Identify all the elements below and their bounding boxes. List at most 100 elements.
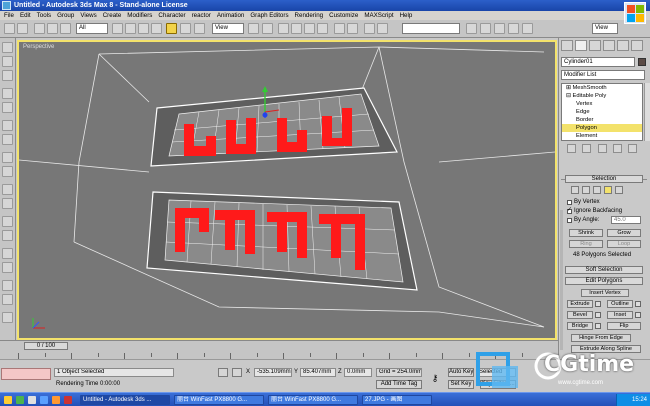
start-icon[interactable] [4, 396, 12, 404]
tool-icon-8[interactable] [2, 152, 13, 163]
hierarchy-tab-icon[interactable] [589, 40, 601, 51]
hinge-from-edge-button[interactable]: Hinge From Edge [571, 334, 631, 342]
z-coordinate-field[interactable]: 0.0mm [344, 368, 372, 377]
quicklaunch-icon-5[interactable] [64, 396, 72, 404]
modifier-list-dropdown[interactable]: Modifier List [561, 70, 645, 80]
rect-selection-icon[interactable] [138, 23, 149, 34]
extrude-button[interactable]: Extrude [567, 300, 593, 308]
material-editor-icon[interactable] [480, 23, 491, 34]
track-bar[interactable] [0, 351, 558, 359]
extrude-along-spline-button[interactable]: Extrude Along Spline [571, 345, 641, 353]
menu-modifiers[interactable]: Modifiers [127, 11, 152, 20]
stack-scrollbar[interactable] [644, 83, 650, 141]
polygon-level-icon[interactable] [604, 186, 612, 194]
bind-space-warp-icon[interactable] [60, 23, 71, 34]
window-crossing-icon[interactable] [151, 23, 162, 34]
select-scale-icon[interactable] [194, 23, 205, 34]
align-icon[interactable] [347, 23, 358, 34]
inset-settings-icon[interactable] [635, 312, 641, 318]
ring-button[interactable]: Ring [569, 240, 603, 248]
inset-button[interactable]: Inset [607, 311, 633, 319]
quicklaunch-icon-3[interactable] [40, 396, 48, 404]
tool-icon-18[interactable] [2, 312, 13, 323]
vertex-level-icon[interactable] [571, 186, 579, 194]
remove-modifier-icon[interactable] [612, 144, 622, 153]
render-last-icon[interactable] [522, 23, 533, 34]
tool-icon-11[interactable] [2, 198, 13, 209]
tool-icon-16[interactable] [2, 280, 13, 291]
layer-manager-icon[interactable] [364, 23, 375, 34]
tool-icon-2[interactable] [2, 56, 13, 67]
loop-button[interactable]: Loop [607, 240, 641, 248]
stack-item-editable-poly[interactable]: ⊟ Editable Poly [562, 92, 642, 100]
menu-maxscript[interactable]: MAXScript [364, 11, 393, 20]
quicklaunch-icon-4[interactable] [52, 396, 60, 404]
unlink-icon[interactable] [47, 23, 58, 34]
menu-graph-editors[interactable]: Graph Editors [250, 11, 288, 20]
key-mode-icon[interactable]: ⚷ [428, 374, 442, 383]
stack-item-polygon[interactable]: Polygon [562, 124, 642, 132]
percent-snap-icon[interactable] [304, 23, 315, 34]
undo-icon[interactable] [4, 23, 15, 34]
key-filters-button[interactable]: Key Filters... [480, 380, 516, 389]
menu-create[interactable]: Create [103, 11, 122, 20]
extrude-settings-icon[interactable] [595, 301, 601, 307]
menu-edit[interactable]: Edit [20, 11, 31, 20]
bridge-settings-icon[interactable] [595, 323, 601, 329]
view-dropdown[interactable]: View [592, 23, 618, 34]
shrink-button[interactable]: Shrink [569, 229, 603, 237]
select-manipulate-icon[interactable] [262, 23, 273, 34]
stack-item-meshsmooth[interactable]: ⊞ MeshSmooth [562, 84, 642, 92]
motion-tab-icon[interactable] [603, 40, 615, 51]
utilities-tab-icon[interactable] [631, 40, 643, 51]
lock-selection-icon[interactable] [218, 368, 228, 377]
angle-snap-icon[interactable] [291, 23, 302, 34]
render-scene-icon[interactable] [494, 23, 505, 34]
configure-sets-icon[interactable] [628, 144, 637, 153]
auto-key-button[interactable]: Auto Key [448, 368, 474, 377]
quicklaunch-icon-2[interactable] [28, 396, 36, 404]
quick-render-icon[interactable] [508, 23, 519, 34]
angle-value-field[interactable]: 45.0 [611, 216, 641, 224]
pin-stack-icon[interactable] [567, 144, 576, 153]
menu-tools[interactable]: Tools [37, 11, 51, 20]
snaps-toggle-icon[interactable] [278, 23, 289, 34]
tool-icon-1[interactable] [2, 42, 13, 53]
menu-group[interactable]: Group [57, 11, 74, 20]
tool-icon-15[interactable] [2, 262, 13, 273]
tool-icon-10[interactable] [2, 184, 13, 195]
selection-filter-dropdown[interactable]: All [76, 23, 108, 34]
bevel-settings-icon[interactable] [595, 312, 601, 318]
taskbar-item-3dsmax[interactable]: Untitled - Autodesk 3ds ... [80, 395, 170, 405]
grow-button[interactable]: Grow [607, 229, 641, 237]
x-coordinate-field[interactable]: -535.109mm [254, 368, 292, 377]
menu-rendering[interactable]: Rendering [295, 11, 324, 20]
tool-icon-3[interactable] [2, 70, 13, 81]
flip-button[interactable]: Flip [607, 322, 641, 330]
insert-vertex-button[interactable]: Insert Vertex [581, 289, 629, 297]
select-object-icon[interactable] [112, 23, 123, 34]
bridge-button[interactable]: Bridge [567, 322, 593, 330]
stack-item-edge[interactable]: Edge [562, 108, 642, 116]
make-unique-icon[interactable] [597, 144, 607, 153]
soft-selection-rollout-header[interactable]: Soft Selection [565, 266, 643, 274]
panel-scrollbar[interactable] [560, 210, 563, 350]
tool-icon-4[interactable] [2, 88, 13, 99]
ignore-backfacing-checkbox[interactable]: Ignore Backfacing [567, 207, 622, 215]
add-time-tag-button[interactable]: Add Time Tag [376, 380, 422, 389]
tool-icon-17[interactable] [2, 294, 13, 305]
taskbar-item-winfast-1[interactable]: 丽台 WinFast PX8800 G... [174, 395, 264, 405]
tool-icon-13[interactable] [2, 230, 13, 241]
menu-customize[interactable]: Customize [329, 11, 358, 20]
object-name-field[interactable]: Cylinder01 [561, 57, 635, 67]
create-tab-icon[interactable] [561, 40, 573, 51]
show-end-result-icon[interactable] [582, 144, 592, 153]
menu-file[interactable]: File [4, 11, 14, 20]
tool-icon-14[interactable] [2, 248, 13, 259]
mirror-icon[interactable] [334, 23, 345, 34]
taskbar-item-paint[interactable]: 27.JPG - 画图 [362, 395, 432, 405]
set-key-button[interactable]: Set Key [448, 380, 474, 389]
use-pivot-center-icon[interactable] [248, 23, 259, 34]
time-slider[interactable]: 0 / 100 [24, 342, 68, 350]
menu-animation[interactable]: Animation [217, 11, 245, 20]
